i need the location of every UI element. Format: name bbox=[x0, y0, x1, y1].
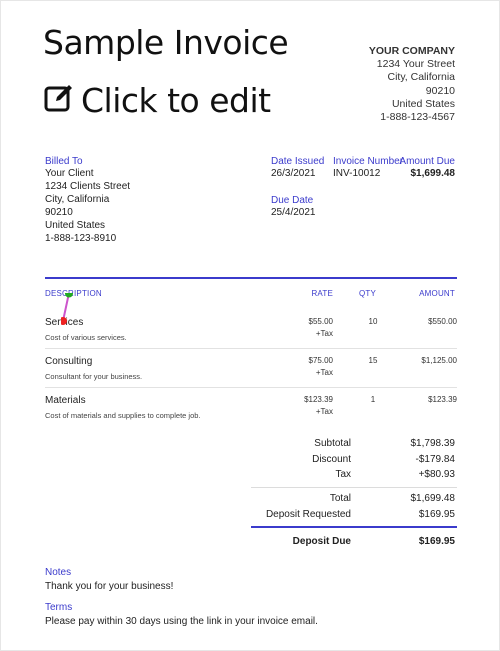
deposit-requested-value: $169.95 bbox=[418, 509, 455, 520]
amount-due: Amount Due $1,699.48 bbox=[399, 156, 455, 180]
deposit-requested-label: Deposit Requested bbox=[265, 509, 351, 520]
invoice-page: Sample Invoice Click to edit YOUR COMPAN… bbox=[0, 0, 500, 651]
amount-due-value: $1,699.48 bbox=[410, 168, 456, 179]
item-rate: $55.00 bbox=[308, 317, 333, 326]
deposit-due-label: Deposit Due bbox=[292, 536, 351, 547]
discount-label: Discount bbox=[312, 454, 351, 465]
drag-path-overlay bbox=[61, 293, 73, 325]
item-name: Materials bbox=[45, 395, 86, 406]
invoice-number: Invoice Number INV-10012 bbox=[333, 156, 403, 180]
terms-text: Please pay within 30 days using the link… bbox=[45, 616, 318, 627]
item-rate: $123.39 bbox=[304, 395, 333, 404]
company-name: YOUR COMPANY bbox=[368, 45, 455, 57]
deposit-due-value: $169.95 bbox=[418, 536, 455, 547]
column-header-amount: AMOUNT bbox=[419, 289, 455, 298]
click-to-edit-label: Click to edit bbox=[81, 81, 271, 120]
date-issued: Date Issued 26/3/2021 bbox=[271, 156, 324, 180]
due-date-label: Due Date bbox=[271, 195, 314, 206]
terms-section: Terms Please pay within 30 days using th… bbox=[45, 602, 318, 628]
item-amount: $1,125.00 bbox=[421, 356, 457, 365]
company-street: 1234 Your Street bbox=[376, 58, 455, 71]
item-qty: 10 bbox=[368, 317, 378, 326]
table-row[interactable]: Consulting Consultant for your business.… bbox=[45, 356, 457, 396]
item-tax: +Tax bbox=[315, 329, 333, 338]
notes-section: Notes Thank you for your business! bbox=[45, 567, 173, 593]
client-phone: 1-888-123-8910 bbox=[45, 233, 117, 244]
billed-to: Billed To Your Client 1234 Clients Stree… bbox=[45, 156, 130, 245]
client-country: United States bbox=[45, 220, 106, 231]
date-issued-label: Date Issued bbox=[271, 156, 325, 167]
totals-divider bbox=[251, 487, 457, 488]
company-phone: 1-888-123-4567 bbox=[380, 111, 455, 124]
subtotal-label: Subtotal bbox=[314, 438, 351, 449]
item-amount: $123.39 bbox=[428, 395, 457, 404]
column-header-qty: QTY bbox=[359, 289, 377, 298]
item-description: Cost of various services. bbox=[45, 333, 127, 342]
deposit-divider bbox=[251, 526, 457, 528]
due-date: Due Date 25/4/2021 bbox=[271, 195, 316, 219]
drag-end-marker bbox=[61, 317, 67, 325]
total-label: Total bbox=[329, 493, 351, 504]
notes-label: Notes bbox=[45, 567, 72, 578]
amount-due-label: Amount Due bbox=[399, 156, 455, 167]
discount-value: -$179.84 bbox=[415, 454, 455, 465]
company-zip: 90210 bbox=[425, 84, 455, 97]
subtotal-value: $1,798.39 bbox=[410, 438, 456, 449]
tax-value: +$80.93 bbox=[418, 469, 455, 480]
notes-text: Thank you for your business! bbox=[45, 581, 174, 592]
billed-to-label: Billed To bbox=[45, 156, 83, 167]
item-amount: $550.00 bbox=[428, 317, 457, 326]
row-divider bbox=[45, 348, 457, 349]
client-name: Your Client bbox=[45, 168, 94, 179]
row-divider bbox=[45, 387, 457, 388]
due-date-value: 25/4/2021 bbox=[271, 207, 316, 218]
edit-icon bbox=[43, 82, 75, 119]
drag-start-marker bbox=[65, 293, 73, 298]
client-zip: 90210 bbox=[45, 207, 73, 218]
item-tax: +Tax bbox=[315, 407, 333, 416]
item-qty: 15 bbox=[368, 356, 378, 365]
invoice-title: Sample Invoice bbox=[43, 23, 289, 62]
terms-label: Terms bbox=[45, 602, 73, 613]
item-tax: +Tax bbox=[315, 368, 333, 377]
item-qty: 1 bbox=[370, 395, 376, 404]
item-rate: $75.00 bbox=[308, 356, 333, 365]
click-to-edit-button[interactable]: Click to edit bbox=[43, 81, 271, 120]
invoice-number-value: INV-10012 bbox=[333, 168, 381, 179]
total-value: $1,699.48 bbox=[410, 493, 456, 504]
client-city: City, California bbox=[45, 194, 110, 205]
client-street: 1234 Clients Street bbox=[45, 181, 131, 192]
tax-label: Tax bbox=[335, 469, 351, 480]
item-name: Consulting bbox=[45, 356, 93, 367]
invoice-number-label: Invoice Number bbox=[333, 156, 404, 167]
item-description: Cost of materials and supplies to comple… bbox=[45, 411, 201, 420]
company-city: City, California bbox=[387, 71, 456, 84]
item-description: Consultant for your business. bbox=[45, 372, 143, 381]
table-row[interactable]: Materials Cost of materials and supplies… bbox=[45, 395, 457, 435]
table-row[interactable]: Services Cost of various services. $55.0… bbox=[45, 317, 457, 357]
company-country: United States bbox=[391, 97, 455, 110]
date-issued-value: 26/3/2021 bbox=[271, 168, 316, 179]
company-address: YOUR COMPANY 1234 Your Street City, Cali… bbox=[369, 45, 455, 124]
table-top-rule bbox=[45, 277, 457, 279]
column-header-rate: RATE bbox=[311, 289, 333, 298]
